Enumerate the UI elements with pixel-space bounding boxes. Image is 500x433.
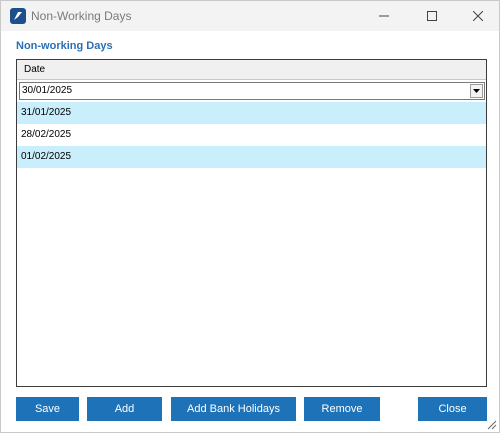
- table-row[interactable]: 28/02/2025: [17, 124, 486, 146]
- minimize-icon: [379, 15, 389, 17]
- close-window-button[interactable]: [455, 1, 500, 31]
- section-label: Non-working Days: [16, 40, 113, 52]
- maximize-icon: [427, 11, 437, 21]
- title-bar[interactable]: Non-Working Days: [1, 1, 499, 31]
- date-combobox-value: 30/01/2025: [22, 85, 73, 96]
- minimize-button[interactable]: [361, 1, 407, 31]
- grid-header: Date: [17, 60, 486, 80]
- close-icon: [473, 11, 483, 21]
- column-header-date[interactable]: Date: [24, 64, 45, 75]
- dropdown-button[interactable]: [470, 84, 483, 98]
- remove-button[interactable]: Remove: [304, 397, 380, 421]
- add-bank-holidays-button[interactable]: Add Bank Holidays: [171, 397, 296, 421]
- close-button[interactable]: Close: [418, 397, 487, 421]
- date-combobox[interactable]: 30/01/2025: [19, 82, 485, 100]
- dialog-window: Non-Working Days Non-working Days Date 3…: [0, 0, 500, 433]
- window-title: Non-Working Days: [31, 9, 132, 23]
- resize-grip-icon[interactable]: [485, 418, 497, 430]
- add-button[interactable]: Add: [87, 397, 162, 421]
- maximize-button[interactable]: [409, 1, 455, 31]
- table-row[interactable]: 01/02/2025: [17, 146, 486, 168]
- table-row-editing[interactable]: 30/01/2025: [17, 81, 486, 102]
- non-working-days-grid[interactable]: Date 30/01/2025 31/01/2025 28/02/2025 01…: [16, 59, 487, 387]
- table-row[interactable]: 31/01/2025: [17, 102, 486, 124]
- app-icon: [10, 8, 26, 24]
- save-button[interactable]: Save: [16, 397, 79, 421]
- chevron-down-icon: [473, 89, 480, 93]
